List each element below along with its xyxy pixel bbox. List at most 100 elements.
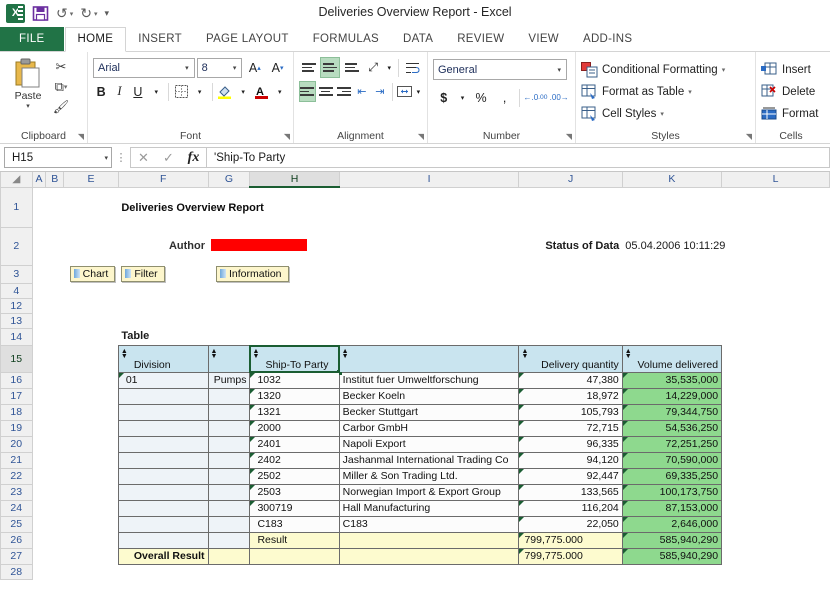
tab-add-ins[interactable]: ADD-INS [571, 28, 644, 51]
cell-division[interactable] [117, 531, 209, 549]
cell-a23[interactable] [32, 484, 46, 500]
cell-volume-delivered[interactable]: 69,335,250 [621, 467, 723, 485]
cell-ship-to-name[interactable]: Institut fuer Umweltforschung [338, 371, 520, 389]
tab-page-layout[interactable]: PAGE LAYOUT [194, 28, 301, 51]
row-header-28[interactable]: 28 [0, 563, 33, 580]
tab-formulas[interactable]: FORMULAS [301, 28, 391, 51]
font-color-dropdown-icon[interactable]: ▾ [272, 81, 288, 102]
align-left-button[interactable] [299, 81, 316, 102]
cell-a2[interactable] [32, 227, 46, 265]
table-header-volume-delivered[interactable]: ▲ ▼ Volume delivered [621, 344, 723, 373]
cell-e27[interactable] [63, 548, 119, 564]
cell-a22[interactable] [32, 468, 46, 484]
result-name-blank[interactable] [338, 531, 520, 549]
blank-row-4[interactable] [32, 283, 830, 298]
cell-delivery-quantity[interactable]: 47,380 [518, 371, 623, 389]
row-header-16[interactable]: 16 [0, 371, 33, 389]
align-bottom-button[interactable] [342, 57, 361, 78]
insert-function-icon[interactable]: fx [181, 150, 206, 166]
table-header-ship-to-party[interactable]: ▲ ▼ Ship-To Party [249, 344, 342, 375]
cell-division-text[interactable] [207, 387, 251, 405]
row-header-27[interactable]: 27 [0, 547, 33, 565]
cell-styles-dropdown-icon[interactable]: ▾ [660, 110, 664, 118]
underline-dropdown-icon[interactable]: ▾ [148, 81, 164, 102]
cell-e2[interactable] [63, 227, 119, 265]
paste-button[interactable]: Paste ▾ [5, 55, 51, 129]
formula-input[interactable]: 'Ship-To Party [206, 147, 830, 168]
number-dialog-launcher-icon[interactable]: ◥ [566, 132, 572, 141]
cell-delivery-quantity[interactable]: 22,050 [518, 515, 623, 533]
cell-b25[interactable] [45, 516, 64, 532]
column-header-f[interactable]: F [117, 172, 209, 188]
row-header-18[interactable]: 18 [0, 403, 33, 421]
cell-l26[interactable] [721, 532, 830, 548]
insert-cells-button[interactable]: Insert [761, 59, 821, 81]
cell-division-text[interactable] [207, 499, 251, 517]
align-center-button[interactable] [318, 81, 334, 102]
cell-l16[interactable] [721, 372, 830, 388]
cell-b24[interactable] [45, 500, 64, 516]
row-header-13[interactable]: 13 [0, 312, 33, 329]
decrease-indent-icon[interactable]: ⇤ [354, 81, 370, 102]
cell-division-text[interactable] [207, 451, 251, 469]
cell-ship-to-code[interactable]: 2000 [249, 419, 340, 437]
sort-arrows-icon[interactable]: ▲ ▼ [121, 348, 128, 360]
cell-a19[interactable] [32, 420, 46, 436]
cell-b23[interactable] [45, 484, 64, 500]
table-header-delivery-quantity[interactable]: ▲ ▼ Delivery quantity [518, 344, 623, 373]
column-header-g[interactable]: G [207, 172, 251, 188]
merge-and-center-icon[interactable] [397, 81, 413, 102]
cell-ship-to-name[interactable]: Becker Stuttgart [338, 403, 520, 421]
cell-ship-to-name[interactable]: Hall Manufacturing [338, 499, 520, 517]
row-header-24[interactable]: 24 [0, 499, 33, 517]
cell-division[interactable]: 01 [117, 371, 209, 389]
column-header-h[interactable]: H [249, 172, 340, 188]
bold-button[interactable]: B [93, 81, 109, 102]
cell-e16[interactable] [63, 372, 119, 388]
cell-division[interactable] [117, 515, 209, 533]
delete-cells-button[interactable]: Delete [761, 81, 821, 103]
cell-a15[interactable] [32, 345, 46, 372]
cell-e26[interactable] [63, 532, 119, 548]
cell-e15[interactable] [63, 345, 119, 372]
cell-l15[interactable] [721, 345, 830, 372]
cell-b22[interactable] [45, 468, 64, 484]
cell-j3[interactable] [518, 265, 623, 283]
cell-delivery-quantity[interactable]: 96,335 [518, 435, 623, 453]
orientation-dropdown-icon[interactable]: ▾ [385, 57, 394, 78]
cell-ship-to-code[interactable]: 2402 [249, 451, 340, 469]
cell-i2[interactable] [339, 227, 519, 265]
cell-ship-to-code[interactable]: 300719 [249, 499, 340, 517]
cell-styles-button[interactable]: Cell Styles ▾ [581, 103, 750, 125]
cell-a17[interactable] [32, 388, 46, 404]
cell-division[interactable] [117, 483, 209, 501]
cell-l22[interactable] [721, 468, 830, 484]
italic-button[interactable]: I [111, 81, 127, 102]
row-header-23[interactable]: 23 [0, 483, 33, 501]
cell-k3[interactable] [622, 265, 722, 283]
cell-division-text[interactable] [207, 435, 251, 453]
cell-a20[interactable] [32, 436, 46, 452]
cell-division[interactable] [117, 451, 209, 469]
blank-row-12[interactable] [32, 298, 830, 313]
cell-delivery-quantity[interactable]: 72,715 [518, 419, 623, 437]
blank-row-13[interactable] [32, 313, 830, 328]
cell-volume-delivered[interactable]: 79,344,750 [621, 403, 723, 421]
row-header-17[interactable]: 17 [0, 387, 33, 405]
cell-delivery-quantity[interactable]: 92,447 [518, 467, 623, 485]
cell-e18[interactable] [63, 404, 119, 420]
cell-division-text[interactable] [207, 403, 251, 421]
cell-volume-delivered[interactable]: 87,153,000 [621, 499, 723, 517]
cell-delivery-quantity[interactable]: 105,793 [518, 403, 623, 421]
overall-delivery-quantity[interactable]: 799,775.000 [518, 547, 623, 565]
cell-l21[interactable] [721, 452, 830, 468]
cell-a21[interactable] [32, 452, 46, 468]
cell-division[interactable] [117, 419, 209, 437]
cell-a14[interactable] [32, 328, 46, 345]
cell-division[interactable] [117, 403, 209, 421]
cell-e3[interactable]: Chart [63, 265, 119, 283]
row-header-25[interactable]: 25 [0, 515, 33, 533]
font-dialog-launcher-icon[interactable]: ◥ [284, 132, 290, 141]
cell-volume-delivered[interactable]: 14,229,000 [621, 387, 723, 405]
tab-view[interactable]: VIEW [516, 28, 571, 51]
